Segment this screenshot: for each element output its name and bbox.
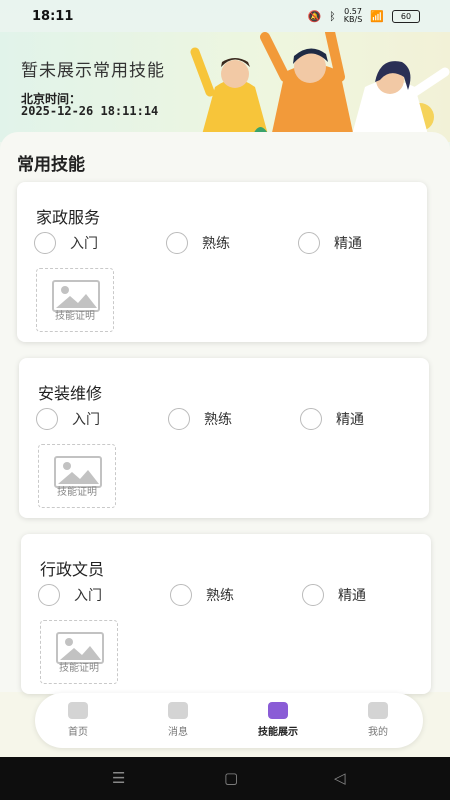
nav-label: 我的 bbox=[368, 727, 388, 738]
battery-level: 60 bbox=[400, 11, 412, 21]
network-speed: 0.57 KB/S bbox=[344, 8, 363, 24]
home-icon bbox=[68, 702, 88, 719]
radio-circle-icon[interactable] bbox=[170, 584, 192, 606]
bluetooth-icon: ᛒ bbox=[329, 9, 336, 23]
wifi-icon: 📶 bbox=[370, 9, 384, 23]
radio-label: 精通 bbox=[334, 236, 362, 252]
radio-label: 精通 bbox=[338, 588, 366, 604]
radio-skilled[interactable]: 熟练 bbox=[168, 408, 232, 430]
nav-item-skills[interactable]: 技能展示 bbox=[243, 702, 313, 738]
radio-circle-icon[interactable] bbox=[302, 584, 324, 606]
section-title: 常用技能 bbox=[17, 155, 85, 175]
header-title: 暂未展示常用技能 bbox=[21, 61, 165, 81]
radio-circle-icon[interactable] bbox=[34, 232, 56, 254]
radio-circle-icon[interactable] bbox=[300, 408, 322, 430]
certificate-label: 技能证明 bbox=[59, 663, 99, 674]
radio-label: 熟练 bbox=[206, 588, 234, 604]
header-banner: 暂未展示常用技能 北京时间： 2025-12-26 18:11:14 bbox=[0, 32, 450, 142]
mute-icon: 🔕 bbox=[307, 9, 322, 23]
radio-skilled[interactable]: 熟练 bbox=[166, 232, 230, 254]
status-time: 18:11 bbox=[32, 8, 74, 24]
skill-certificate-upload[interactable]: 技能证明 bbox=[38, 444, 116, 508]
beijing-time-value: 2025-12-26 18:11:14 bbox=[21, 104, 159, 118]
radio-label: 入门 bbox=[70, 236, 98, 252]
radio-label: 精通 bbox=[336, 412, 364, 428]
nav-item-profile[interactable]: 我的 bbox=[343, 702, 413, 738]
skill-card-title: 行政文员 bbox=[40, 560, 105, 579]
radio-label: 熟练 bbox=[202, 236, 230, 252]
app-screen: 18:11 🔕 ᛒ 0.57 KB/S 📶 60 暂未展示常用技能 北京时间： … bbox=[0, 0, 450, 800]
system-navigation-bar: ☰ ▢ ◁ bbox=[0, 757, 450, 800]
skill-card-installation-repair: 安装维修 入门 熟练 精通 技能证明 bbox=[19, 358, 429, 518]
radio-skilled[interactable]: 熟练 bbox=[170, 584, 234, 606]
radio-expert[interactable]: 精通 bbox=[298, 232, 362, 254]
message-icon bbox=[168, 702, 188, 719]
back-icon[interactable]: ◁ bbox=[334, 769, 346, 787]
skills-icon bbox=[268, 702, 288, 719]
skill-certificate-upload[interactable]: 技能证明 bbox=[36, 268, 114, 332]
nav-item-home[interactable]: 首页 bbox=[43, 702, 113, 738]
profile-icon bbox=[368, 702, 388, 719]
radio-beginner[interactable]: 入门 bbox=[34, 232, 98, 254]
home-button-icon[interactable]: ▢ bbox=[224, 769, 238, 787]
nav-label: 首页 bbox=[68, 727, 88, 738]
battery-icon: 60 bbox=[392, 9, 420, 23]
nav-label: 消息 bbox=[168, 727, 188, 738]
radio-circle-icon[interactable] bbox=[36, 408, 58, 430]
radio-beginner[interactable]: 入门 bbox=[38, 584, 102, 606]
skill-card-title: 安装维修 bbox=[38, 384, 103, 403]
radio-expert[interactable]: 精通 bbox=[302, 584, 366, 606]
skill-card-admin-clerk: 行政文员 入门 熟练 精通 技能证明 bbox=[21, 534, 431, 694]
people-cheering-illustration bbox=[190, 32, 450, 142]
certificate-label: 技能证明 bbox=[57, 487, 97, 498]
skill-card-housekeeping: 家政服务 入门 熟练 精通 技能证明 bbox=[17, 182, 427, 342]
bottom-navigation: 首页 消息 技能展示 我的 bbox=[35, 693, 423, 748]
radio-circle-icon[interactable] bbox=[298, 232, 320, 254]
radio-label: 熟练 bbox=[204, 412, 232, 428]
recent-apps-icon[interactable]: ☰ bbox=[112, 769, 125, 787]
nav-item-messages[interactable]: 消息 bbox=[143, 702, 213, 738]
skill-certificate-upload[interactable]: 技能证明 bbox=[40, 620, 118, 684]
net-speed-unit: KB/S bbox=[343, 15, 363, 24]
skill-level-options: 入门 熟练 精通 bbox=[38, 584, 418, 608]
skill-level-options: 入门 熟练 精通 bbox=[36, 408, 416, 432]
radio-beginner[interactable]: 入门 bbox=[36, 408, 100, 430]
status-icons: 🔕 ᛒ 0.57 KB/S 📶 60 bbox=[307, 8, 420, 24]
nav-label: 技能展示 bbox=[258, 727, 298, 738]
radio-expert[interactable]: 精通 bbox=[300, 408, 364, 430]
certificate-label: 技能证明 bbox=[55, 311, 95, 322]
skill-level-options: 入门 熟练 精通 bbox=[34, 232, 414, 256]
radio-label: 入门 bbox=[74, 588, 102, 604]
radio-circle-icon[interactable] bbox=[166, 232, 188, 254]
skill-card-title: 家政服务 bbox=[36, 208, 101, 227]
radio-label: 入门 bbox=[72, 412, 100, 428]
status-bar: 18:11 🔕 ᛒ 0.57 KB/S 📶 60 bbox=[0, 0, 450, 32]
radio-circle-icon[interactable] bbox=[38, 584, 60, 606]
radio-circle-icon[interactable] bbox=[168, 408, 190, 430]
